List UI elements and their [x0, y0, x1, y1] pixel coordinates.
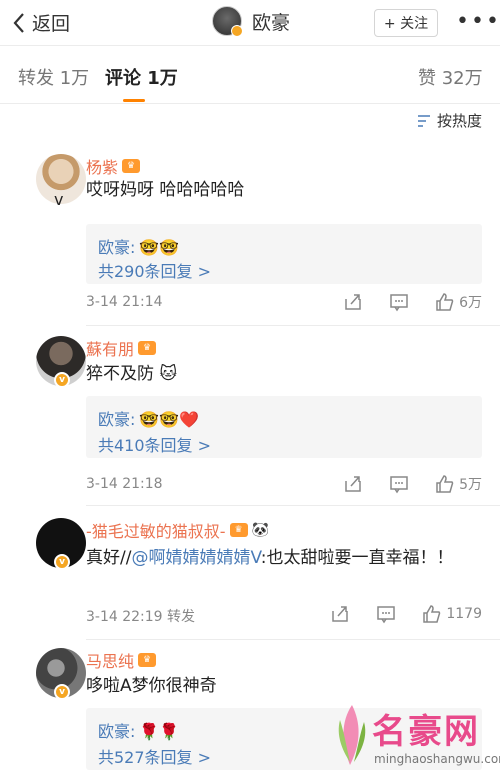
vip-crown-icon: ♛: [122, 159, 141, 173]
sort-icon: [417, 114, 430, 127]
reply-count-link[interactable]: 共527条回复 >: [98, 744, 211, 768]
nav-title[interactable]: 欧豪: [212, 6, 291, 37]
like-button[interactable]: 6万: [435, 292, 482, 312]
watermark: 名豪网 minghaoshangwu.com: [328, 700, 500, 772]
avatar: [212, 6, 243, 37]
reply-author[interactable]: 欧豪: 🤓🤓❤️: [98, 406, 199, 430]
verified-badge-icon: v: [54, 554, 70, 570]
mention-link[interactable]: @啊婧婧婧婧婧V: [131, 548, 260, 568]
page-title: 欧豪: [252, 11, 291, 34]
like-count: 6万: [459, 295, 482, 311]
chevron-left-icon: [13, 12, 24, 33]
watermark-brand: 名豪网: [372, 712, 480, 752]
vip-crown-icon: ♛: [138, 341, 157, 355]
watermark-logo-icon: [338, 705, 366, 765]
comment-time: 3-14 22:19 转发: [86, 609, 196, 625]
avatar[interactable]: v: [18, 518, 86, 570]
reply-box[interactable]: 欧豪: 🤓🤓 共290条回复 >: [86, 224, 482, 284]
reply-emoji: 🤓🤓: [139, 238, 180, 257]
username-text: 马思纯: [86, 652, 135, 671]
reply-count-link[interactable]: 共290条回复 >: [98, 258, 211, 282]
comment-icon[interactable]: [389, 474, 409, 494]
username-text: 蘇有朋: [86, 340, 135, 359]
vip-crown-icon: ♛: [229, 523, 248, 537]
share-icon[interactable]: [343, 292, 363, 312]
verified-icon: [231, 25, 243, 37]
back-label: 返回: [32, 13, 71, 35]
username-text: 杨紫: [86, 158, 119, 177]
comment-text: 真好//@啊婧婧婧婧婧V:也太甜啦要一直幸福！！: [86, 544, 486, 572]
reply-author[interactable]: 欧豪: 🌹🌹: [98, 718, 179, 742]
reply-emoji: 🌹🌹: [139, 722, 180, 741]
comment-icon[interactable]: [389, 292, 409, 312]
comment-username[interactable]: 杨紫 ♛: [86, 154, 141, 178]
sort-label: 按热度: [436, 112, 482, 130]
reply-author-name: 欧豪:: [98, 410, 136, 429]
comment-actions: 1179: [330, 604, 482, 624]
tab-bar: 转发 1万 评论 1万 赞 32万: [0, 46, 500, 104]
more-icon[interactable]: •••: [456, 11, 500, 33]
thumbs-up-icon: [436, 475, 454, 493]
username-text: -猫毛过敏的猫叔叔-: [86, 522, 226, 541]
share-icon[interactable]: [343, 474, 363, 494]
comment-actions: 6万: [343, 292, 482, 312]
vip-crown-icon: ♛: [138, 653, 157, 667]
comment-item: v 杨紫 ♛ 哎呀妈呀 哈哈哈哈哈 欧豪: 🤓🤓 共290条回复 > 3-14 2…: [0, 148, 500, 326]
watermark-url: minghaoshangwu.com: [374, 752, 500, 766]
reply-author[interactable]: 欧豪: 🤓🤓: [98, 234, 179, 258]
back-button[interactable]: 返回: [12, 9, 70, 36]
tab-likes[interactable]: 赞 32万: [418, 64, 483, 90]
tab-repost[interactable]: 转发 1万: [18, 64, 89, 90]
reply-emoji: 🤓🤓❤️: [139, 410, 200, 429]
comment-actions: 5万: [343, 474, 482, 494]
reply-author-name: 欧豪:: [98, 722, 136, 741]
avatar[interactable]: v: [18, 154, 86, 206]
verified-badge-icon: v: [54, 684, 70, 700]
avatar[interactable]: v: [18, 336, 86, 388]
comment-text: 哆啦A梦你很神奇: [86, 676, 217, 696]
comment-username[interactable]: 蘇有朋 ♛: [86, 336, 157, 360]
comment-text-prefix: 真好//: [86, 548, 132, 568]
panda-icon: 🐼: [251, 522, 269, 538]
thumbs-up-icon: [436, 293, 454, 311]
reply-count-link[interactable]: 共410条回复 >: [98, 432, 211, 456]
comment-text-suffix: :也太甜啦要一直幸福！！: [260, 548, 454, 568]
verified-badge-icon: v: [54, 190, 64, 206]
comment-time: 3-14 21:14: [86, 294, 163, 310]
comment-text: 哎呀妈呀 哈哈哈哈哈: [86, 180, 245, 200]
share-icon[interactable]: [330, 604, 350, 624]
comment-text: 猝不及防 🐱: [86, 364, 178, 384]
thumbs-up-icon: [423, 605, 441, 623]
reply-box[interactable]: 欧豪: 🤓🤓❤️ 共410条回复 >: [86, 396, 482, 458]
tab-comments[interactable]: 评论 1万: [105, 64, 178, 90]
verified-badge-icon: v: [54, 372, 70, 388]
comment-item: v -猫毛过敏的猫叔叔- ♛ 🐼 真好//@啊婧婧婧婧婧V:也太甜啦要一直幸福！…: [0, 506, 500, 640]
comment-time: 3-14 21:18: [86, 476, 163, 492]
like-count: 5万: [459, 477, 482, 493]
comment-item: v 蘇有朋 ♛ 猝不及防 🐱 欧豪: 🤓🤓❤️ 共410条回复 > 3-14 21…: [0, 326, 500, 506]
like-button[interactable]: 5万: [435, 474, 482, 494]
comment-username[interactable]: 马思纯 ♛: [86, 648, 157, 672]
like-count: 1179: [446, 606, 482, 622]
tab-indicator: [123, 99, 145, 102]
reply-author-name: 欧豪:: [98, 238, 136, 257]
nav-bar: 返回 欧豪 + 关注 •••: [0, 0, 500, 46]
avatar[interactable]: v: [18, 648, 86, 700]
comment-username[interactable]: -猫毛过敏的猫叔叔- ♛ 🐼: [86, 518, 269, 542]
follow-button[interactable]: + 关注: [374, 9, 438, 37]
sort-button[interactable]: 按热度: [417, 110, 482, 131]
like-button[interactable]: 1179: [422, 604, 482, 624]
comment-icon[interactable]: [376, 604, 396, 624]
